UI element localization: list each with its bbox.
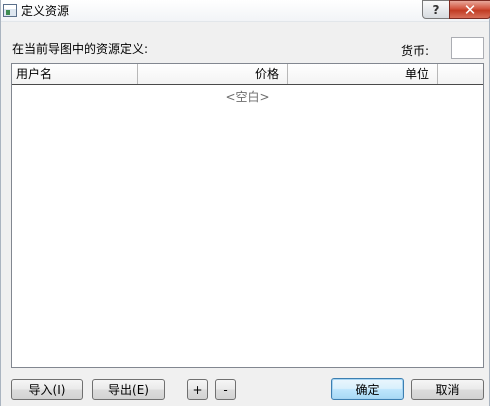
import-button[interactable]: 导入(I): [11, 379, 83, 400]
column-header-filler: [438, 64, 483, 84]
export-button[interactable]: 导出(E): [92, 379, 165, 400]
column-header-price[interactable]: 价格: [138, 64, 288, 84]
cancel-button[interactable]: 取消: [411, 379, 484, 400]
add-row-button[interactable]: +: [187, 379, 208, 400]
window-title: 定义资源: [21, 4, 70, 18]
column-header-username[interactable]: 用户名: [12, 64, 138, 84]
help-button[interactable]: ?: [422, 0, 450, 19]
resource-table[interactable]: 用户名 价格 单位 <空白>: [11, 63, 484, 368]
empty-placeholder: <空白>: [225, 90, 270, 104]
question-mark-icon: ?: [432, 2, 440, 17]
ok-button[interactable]: 确定: [331, 378, 404, 400]
remove-row-button[interactable]: -: [215, 379, 236, 400]
resource-definition-label: 在当前导图中的资源定义:: [12, 42, 149, 56]
currency-label: 货币:: [401, 44, 430, 58]
column-header-unit[interactable]: 单位: [288, 64, 438, 84]
define-resources-dialog: 定义资源 ? ✕ 在当前导图中的资源定义: 货币: 用户名 价格 单位 <空白>…: [0, 0, 490, 406]
app-window-icon: [3, 4, 17, 17]
title-bar[interactable]: 定义资源 ? ✕: [1, 0, 490, 22]
close-button[interactable]: ✕: [449, 0, 490, 19]
table-header: 用户名 价格 单位: [12, 64, 483, 85]
close-icon: ✕: [463, 0, 477, 19]
currency-input[interactable]: [451, 37, 484, 59]
